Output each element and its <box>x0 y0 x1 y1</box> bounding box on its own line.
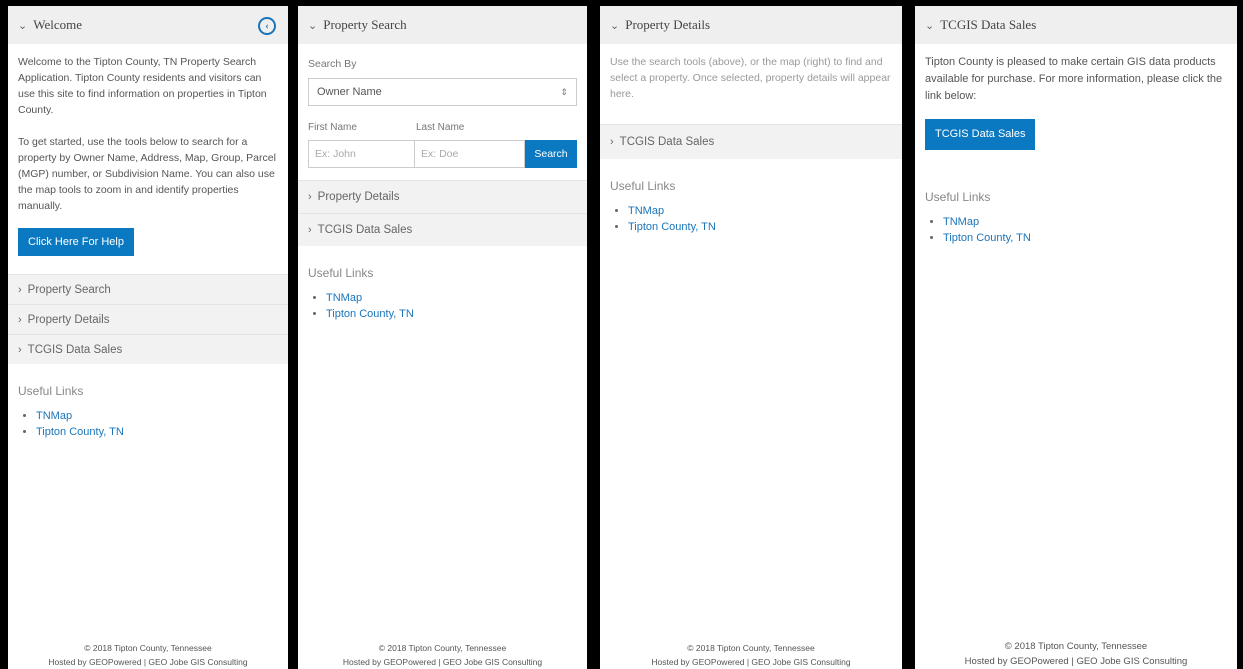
welcome-instructions: To get started, use the tools below to s… <box>18 136 276 212</box>
link-tipton-county[interactable]: Tipton County, TN <box>943 232 1031 244</box>
chevron-down-icon: ⌄ <box>308 19 318 32</box>
copyright: © 2018 Tipton County, Tennessee <box>84 643 212 653</box>
list-item: TNMap <box>628 203 902 219</box>
footer: © 2018 Tipton County, Tennessee Hosted b… <box>8 641 288 669</box>
panel-title: Property Details <box>625 17 711 32</box>
list-item: TNMap <box>943 214 1237 230</box>
chevron-right-icon: › <box>18 343 22 356</box>
collapse-panel-icon[interactable]: ‹ <box>258 17 276 35</box>
details-message: Use the search tools (above), or the map… <box>610 56 891 100</box>
search-by-select[interactable]: Owner Name ⇕ <box>308 78 577 106</box>
first-name-input[interactable]: Ex: John <box>308 140 415 168</box>
copyright: © 2018 Tipton County, Tennessee <box>687 643 815 653</box>
chevron-down-icon: ⌄ <box>925 19 935 32</box>
footer: © 2018 Tipton County, Tennessee Hosted b… <box>298 641 587 669</box>
link-tnmap[interactable]: TNMap <box>36 410 72 422</box>
help-button[interactable]: Click Here For Help <box>18 228 134 256</box>
chevron-down-icon: ⌄ <box>610 19 620 32</box>
list-item: Tipton County, TN <box>36 424 288 440</box>
section-label: Property Search <box>27 283 111 296</box>
copyright: © 2018 Tipton County, Tennessee <box>378 643 507 653</box>
property-details-header[interactable]: ⌄ Property Details <box>600 6 902 44</box>
last-name-label: Last Name <box>416 122 465 133</box>
panel-title: Property Search <box>323 17 407 32</box>
chevron-right-icon: › <box>18 283 22 296</box>
property-search-header[interactable]: ⌄ Property Search <box>298 6 587 44</box>
useful-links-list: TNMap Tipton County, TN <box>600 203 902 235</box>
hosted-by: Hosted by GEOPowered | GEO Jobe GIS Cons… <box>964 656 1188 667</box>
section-label: TCGIS Data Sales <box>317 224 413 236</box>
link-tipton-county[interactable]: Tipton County, TN <box>36 426 124 438</box>
search-button[interactable]: Search <box>525 140 577 168</box>
footer: © 2018 Tipton County, Tennessee Hosted b… <box>915 639 1237 669</box>
section-property-details[interactable]: › Property Details <box>8 304 288 334</box>
section-data-sales[interactable]: › TCGIS Data Sales <box>8 334 288 364</box>
first-name-label: First Name <box>308 122 357 133</box>
chevron-right-icon: › <box>308 191 312 203</box>
last-name-input[interactable]: Ex: Doe <box>415 140 525 168</box>
list-item: TNMap <box>326 290 587 306</box>
welcome-intro: Welcome to the Tipton County, TN Propert… <box>18 56 267 116</box>
list-item: Tipton County, TN <box>943 230 1237 246</box>
copyright: © 2018 Tipton County, Tennessee <box>1004 641 1148 652</box>
property-search-panel: ⌄ Property Search Search By Owner Name ⇕… <box>298 6 587 669</box>
property-details-panel: ⌄ Property Details Use the search tools … <box>600 6 902 669</box>
section-property-search[interactable]: › Property Search <box>8 274 288 304</box>
useful-links-heading: Useful Links <box>610 179 676 193</box>
footer: © 2018 Tipton County, Tennessee Hosted b… <box>600 641 902 669</box>
link-tipton-county[interactable]: Tipton County, TN <box>628 221 716 233</box>
select-arrows-icon: ⇕ <box>560 87 568 97</box>
chevron-right-icon: › <box>18 313 22 326</box>
link-tipton-county[interactable]: Tipton County, TN <box>326 308 414 320</box>
useful-links-heading: Useful Links <box>925 190 991 204</box>
panel-title: Welcome <box>33 17 82 32</box>
data-sales-message: Tipton County is pleased to make certain… <box>925 56 1223 102</box>
section-data-sales[interactable]: › TCGIS Data Sales <box>298 213 587 246</box>
chevron-down-icon: ⌄ <box>18 19 28 32</box>
welcome-panel: ⌄ Welcome ‹ Welcome to the Tipton County… <box>8 6 288 669</box>
useful-links-list: TNMap Tipton County, TN <box>298 290 587 322</box>
link-tnmap[interactable]: TNMap <box>326 292 362 304</box>
hosted-by: Hosted by GEOPowered | GEO Jobe GIS Cons… <box>651 657 851 667</box>
welcome-header[interactable]: ⌄ Welcome ‹ <box>8 6 288 44</box>
useful-links-heading: Useful Links <box>18 384 84 398</box>
list-item: Tipton County, TN <box>628 219 902 235</box>
data-sales-button[interactable]: TCGIS Data Sales <box>925 119 1036 150</box>
chevron-right-icon: › <box>610 136 614 148</box>
chevron-right-icon: › <box>308 224 312 236</box>
section-label: Property Details <box>317 191 400 203</box>
link-tnmap[interactable]: TNMap <box>628 205 664 217</box>
hosted-by: Hosted by GEOPowered | GEO Jobe GIS Cons… <box>48 657 248 667</box>
hosted-by: Hosted by GEOPowered | GEO Jobe GIS Cons… <box>342 657 543 667</box>
section-label: TCGIS Data Sales <box>619 136 715 148</box>
search-by-label: Search By <box>308 58 357 70</box>
link-tnmap[interactable]: TNMap <box>943 216 979 228</box>
section-data-sales[interactable]: › TCGIS Data Sales <box>600 124 902 159</box>
list-item: TNMap <box>36 408 288 424</box>
data-sales-panel: ⌄ TCGIS Data Sales Tipton County is plea… <box>915 6 1237 669</box>
data-sales-header[interactable]: ⌄ TCGIS Data Sales <box>915 6 1237 44</box>
section-label: Property Details <box>27 313 110 326</box>
section-property-details[interactable]: › Property Details <box>298 180 587 213</box>
search-by-value: Owner Name <box>317 86 382 98</box>
useful-links-heading: Useful Links <box>308 266 374 280</box>
panel-title: TCGIS Data Sales <box>940 17 1037 32</box>
section-label: TCGIS Data Sales <box>27 343 123 356</box>
useful-links-list: TNMap Tipton County, TN <box>8 408 288 440</box>
list-item: Tipton County, TN <box>326 306 587 322</box>
useful-links-list: TNMap Tipton County, TN <box>915 214 1237 246</box>
